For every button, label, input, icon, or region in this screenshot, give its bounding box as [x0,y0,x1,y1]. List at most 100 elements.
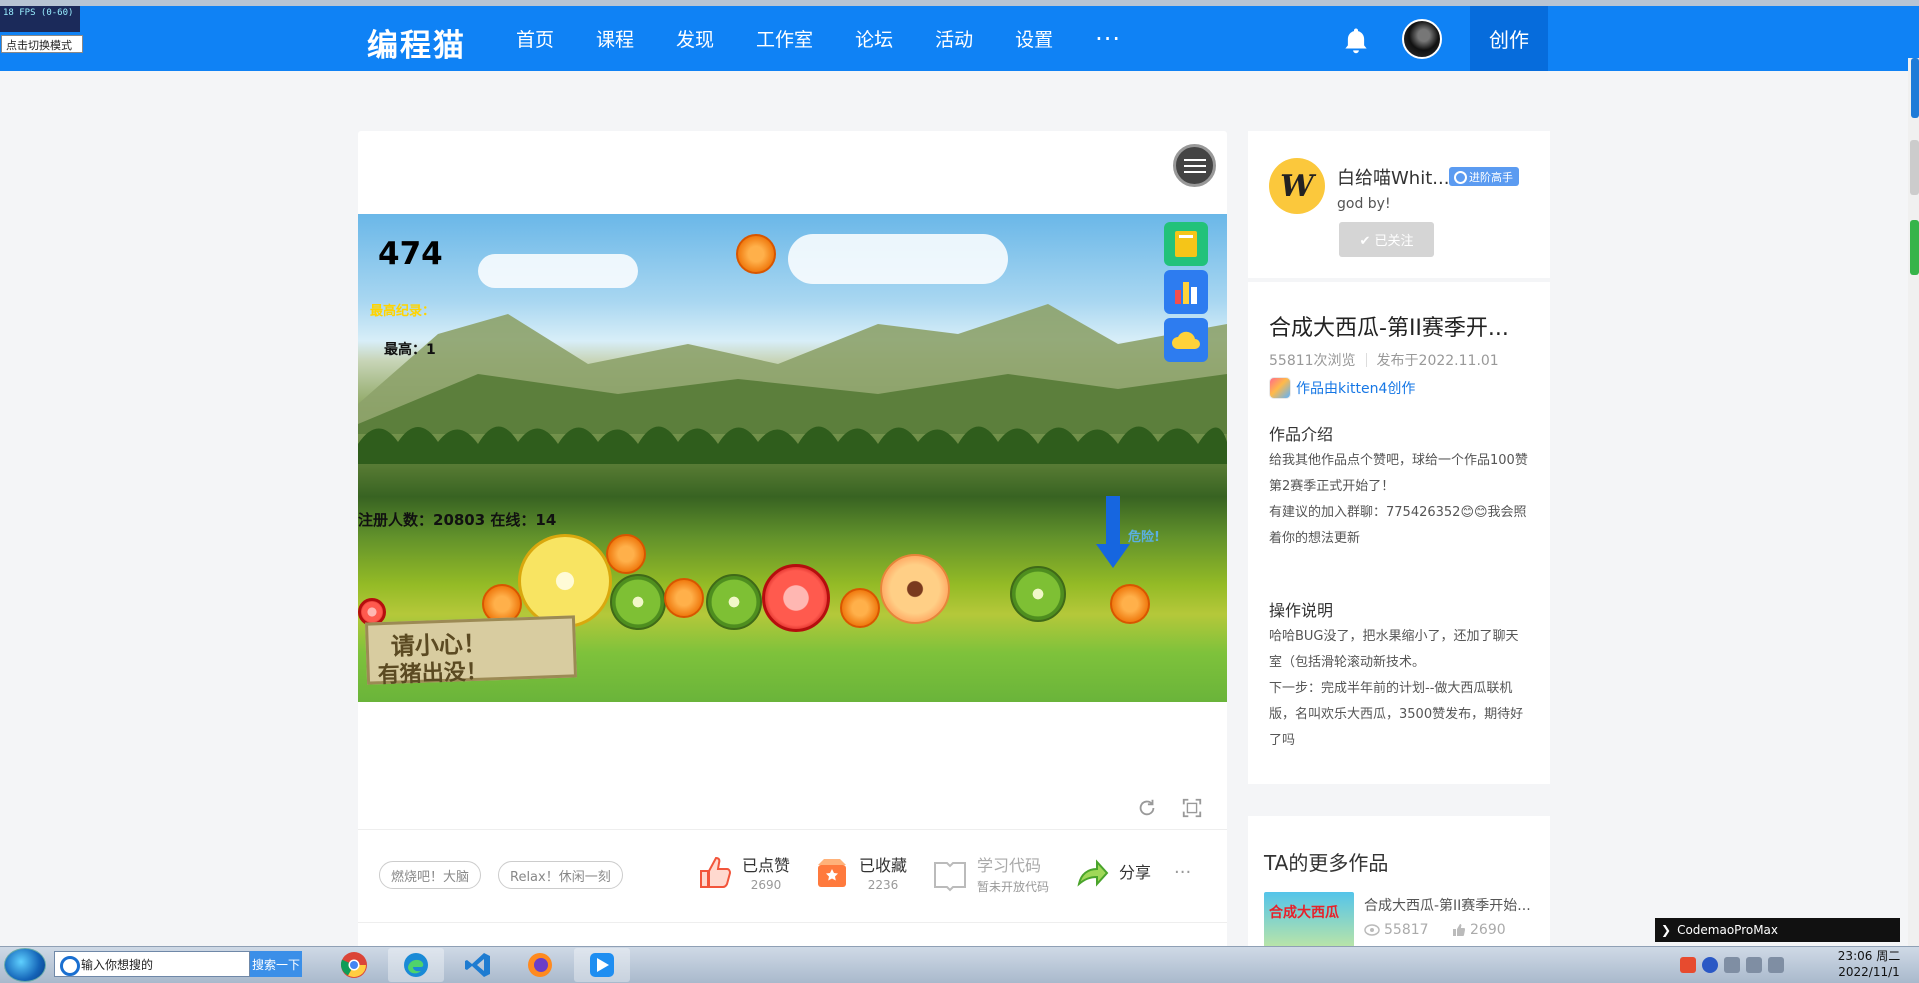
clock-date: 2022/11/1 [1838,965,1900,979]
scrollbar-thumb[interactable] [1911,58,1919,118]
taskbar-app[interactable] [574,948,630,982]
chevron-right-icon: ❯ [1661,923,1672,937]
ranking-button[interactable] [1164,270,1208,314]
more-actions-button[interactable]: ··· [1174,862,1191,883]
fruit-kiwi [706,574,762,630]
best-record-value: 最高：1 [384,342,436,358]
fullscreen-icon[interactable] [1181,797,1203,819]
collect-count: 2236 [867,878,899,892]
sign-line-2: 有猪出没！ [377,659,489,689]
game-score: 474 [378,236,443,272]
top-nav: 编程猫 首页 课程 发现 工作室 论坛 活动 设置 ··· 创作 [0,6,1919,71]
author-level-badge: 进阶高手 [1449,167,1519,186]
made-with-text: 作品由kitten4创作 [1296,381,1416,397]
scrollbar-thumb[interactable] [1910,140,1919,195]
fps-counter: 18 FPS (0-60) [0,6,80,32]
nav-menu: 首页 课程 发现 工作室 论坛 活动 设置 ··· [516,6,1121,71]
howto-title: 操作说明 [1269,601,1334,620]
work-title: 合成大西瓜-第II赛季开... [1269,316,1509,341]
system-tray [1680,950,1784,980]
work-meta: 55811次浏览 发布于2022.11.01 [1269,350,1499,370]
fruit-orange [606,534,646,574]
notebook-button[interactable] [1164,222,1208,266]
help-icon[interactable] [1702,957,1718,973]
signal-icon[interactable] [1768,957,1784,973]
fruit-orange [1110,584,1150,624]
share-arrow-icon [1077,859,1109,887]
howto-line: 哈哈BUG没了，把水果缩小了，还加了聊天室（包括滑轮滚动新技术。 [1269,629,1519,670]
nav-item-home[interactable]: 首页 [516,25,554,52]
more-work-views: 55817 [1364,922,1429,938]
chrome-icon [340,952,367,978]
taskbar-vscode[interactable] [450,948,506,982]
tag-relax[interactable]: Relax！休闲一刻 [498,861,623,889]
game-menu-button[interactable] [1173,144,1216,187]
nav-item-discover[interactable]: 发现 [676,25,714,52]
intro-line: 有建议的加入群聊：775426352😊😊我会照着你的想法更新 [1269,505,1527,546]
create-button[interactable]: 创作 [1470,6,1548,71]
edge-icon [404,953,428,977]
learn-code-button[interactable]: 学习代码 暂未开放代码 [931,852,1049,895]
refresh-icon[interactable] [1136,797,1158,819]
volume-icon[interactable] [1746,957,1762,973]
fruit-peach [880,554,950,624]
nav-item-courses[interactable]: 课程 [596,25,634,52]
howto-line: 下一步：完成半年前的计划--做大西瓜联机版，名叫欢乐大西瓜，3500赞发布，期待… [1269,681,1524,748]
like-label: 已点赞 [742,856,791,875]
nav-item-studio[interactable]: 工作室 [756,25,813,52]
clock-time: 23:06 周二 [1837,949,1901,963]
thumbnail-text: 合成大西瓜 [1269,905,1339,921]
ime-icon[interactable] [1680,957,1696,973]
taskbar-search-button[interactable]: 搜索一下 [250,951,302,977]
mode-switch-tip[interactable]: 点击切换模式 [1,35,83,53]
more-work-name[interactable]: 合成大西瓜-第II赛季开始... [1364,895,1540,915]
nav-item-events[interactable]: 活动 [935,25,973,52]
code-book-icon [934,861,966,891]
like-count: 2690 [750,878,782,892]
collect-button[interactable]: 已收藏 2236 [813,852,907,892]
made-with-link[interactable]: 作品由kitten4创作 [1269,377,1415,399]
cloud-icon [1172,331,1200,349]
firefox-icon [528,953,552,977]
scrollbar-thumb[interactable] [1910,220,1919,275]
thumb-up-icon [1453,924,1465,936]
more-work-thumbnail[interactable]: 合成大西瓜 [1264,892,1354,950]
taskbar-search-input[interactable]: 输入你想搜的 [54,951,250,977]
site-logo[interactable]: 编程猫 [367,20,466,65]
warning-sign: 请小心！ 有猪出没！ [364,615,578,688]
publish-date: 发布于2022.11.01 [1376,353,1499,369]
falling-orange [736,234,776,274]
taskbar-chrome[interactable] [326,948,382,982]
taskbar-firefox[interactable] [512,948,568,982]
share-label: 分享 [1119,863,1152,882]
nav-more-button[interactable]: ··· [1095,25,1121,53]
tag-brain[interactable]: 燃烧吧！大脑 [379,861,482,889]
share-button[interactable]: 分享 [1073,852,1151,890]
collect-box-icon [818,859,846,887]
intro-title: 作品介绍 [1269,425,1334,444]
author-avatar[interactable]: W [1269,158,1325,214]
network-icon[interactable] [1724,957,1740,973]
bell-icon[interactable] [1341,26,1371,56]
fruit-kiwi [1010,566,1066,622]
learn-code-sub: 暂未开放代码 [977,880,1050,894]
start-button[interactable] [4,948,46,982]
codemao-promax-tab[interactable]: ❯ CodemaoProMax [1655,918,1900,942]
divider [358,829,1227,830]
author-name[interactable]: 白给喵Whit... [1337,164,1449,190]
user-avatar[interactable] [1402,19,1442,59]
like-button[interactable]: 已点赞 2690 [696,852,790,892]
game-stage[interactable]: 474 最高纪录： 最高：1 注册人数：20803 在线：14 危险! 请小心！… [358,214,1227,702]
intro-body: 给我其他作品点个赞吧，球给一个作品100赞 第2赛季正式开始了！ 有建议的加入群… [1269,448,1531,552]
taskbar-edge[interactable] [388,948,444,982]
divider [358,922,1227,923]
nav-item-settings[interactable]: 设置 [1015,25,1053,52]
online-stats: 注册人数：20803 在线：14 [358,511,557,529]
vscode-icon [465,953,490,977]
follow-button[interactable]: ✔ 已关注 [1339,222,1434,257]
taskbar-clock[interactable]: 23:06 周二 2022/11/1 [1834,948,1904,980]
cloud-save-button[interactable] [1164,318,1208,362]
app-icon [590,953,614,977]
collect-label: 已收藏 [859,856,908,875]
nav-item-forum[interactable]: 论坛 [855,25,893,52]
